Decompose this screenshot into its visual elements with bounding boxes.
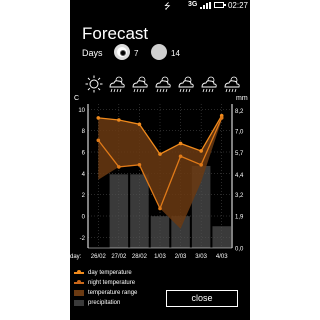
legend-range-label: temperature range (88, 290, 138, 296)
status-time: 02:27 (227, 1, 248, 10)
legend-night-temperature: night temperature (74, 278, 137, 288)
y-left-tick-label: -2 (80, 236, 86, 242)
days-7-label: 7 (134, 49, 139, 58)
cloud-rain-icon (178, 76, 194, 93)
y-left-tick-label: 6 (82, 151, 86, 157)
day-temperature-point (158, 152, 162, 156)
legend-day-temperature: day temperature (74, 268, 137, 278)
cloud-rain-icon (201, 76, 217, 93)
legend-day-swatch (74, 270, 84, 274)
night-temperature-point (199, 163, 203, 167)
days-label: Days (82, 48, 103, 58)
page-title: Forecast (82, 24, 149, 43)
x-tick-label: 4/03 (216, 254, 228, 260)
y-right-tick-label: 5,7 (235, 151, 244, 157)
y-right-tick-label: 0,0 (235, 247, 244, 253)
day-temperature-point (178, 141, 183, 146)
precipitation-bar (212, 226, 231, 248)
y-left-tick-label: 10 (78, 108, 85, 114)
night-temperature-point (96, 138, 101, 143)
close-button[interactable]: close (166, 290, 238, 307)
y-right-tick-label: 1,9 (235, 215, 244, 221)
days-14-label: 14 (171, 49, 180, 58)
y-right-tick-label: 7,0 (235, 129, 244, 135)
y-left-tick-label: 8 (82, 129, 86, 135)
day-temperature-point (96, 116, 101, 120)
legend-precip-swatch (74, 300, 84, 306)
legend-range-swatch (74, 290, 84, 296)
night-temperature-point (117, 165, 121, 169)
chart-legend: day temperature night temperature temper… (74, 268, 137, 308)
legend-precipitation: precipitation (74, 298, 137, 308)
night-temperature-point (219, 116, 224, 120)
days-14-radio[interactable] (151, 44, 167, 60)
day-temperature-point (117, 118, 121, 122)
cloud-rain-icon (109, 76, 125, 93)
battery-icon (214, 2, 226, 8)
x-tick-label: 27/02 (111, 254, 127, 260)
status-bar: ⭍ 3G 02:27 (70, 0, 250, 12)
x-axis-label: day: (70, 254, 82, 260)
night-temperature-point (137, 163, 142, 167)
cloud-rain-icon (224, 76, 240, 93)
y-left-title: C (74, 95, 79, 102)
y-right-tick-label: 8,2 (235, 109, 244, 115)
y-right-title: mm (236, 95, 248, 102)
day-temperature-point (137, 122, 142, 127)
y-right-tick-label: 3,2 (235, 193, 244, 199)
y-left-tick-label: 2 (82, 193, 86, 199)
legend-night-swatch (74, 280, 84, 284)
x-tick-label: 2/03 (175, 254, 187, 260)
x-tick-label: 28/02 (132, 254, 148, 260)
legend-night-label: night temperature (88, 280, 136, 286)
network-label: 3G (188, 1, 198, 8)
legend-precip-label: precipitation (88, 300, 121, 306)
legend-temperature-range: temperature range (74, 288, 137, 298)
usb-icon: ⭍ (164, 2, 171, 11)
night-temperature-point (178, 154, 183, 159)
phone-screen: ⭍ 3G 02:27 Forecast Days 7 14 Cmm 10 8 6 4 2 0… (70, 0, 250, 320)
left-bezel (0, 0, 70, 320)
days-7-radio[interactable] (114, 44, 130, 60)
forecast-chart: Cmm 10 8 6 4 2 0 -2 8,2 7,0 5,7 4,4 3,2 1,9 0,0 day: 26/… (70, 95, 248, 260)
y-left-tick-label: 0 (82, 215, 86, 221)
x-tick-label: 3/03 (195, 254, 207, 260)
signal-icon (200, 2, 211, 9)
y-right-tick-label: 4,4 (235, 173, 244, 179)
cloud-rain-icon (132, 76, 148, 93)
cloud-rain-icon (155, 76, 171, 93)
night-temperature-point (158, 206, 162, 211)
legend-day-label: day temperature (88, 270, 132, 276)
x-tick-label: 1/03 (154, 254, 166, 260)
x-tick-label: 26/02 (91, 254, 107, 260)
day-temperature-point (199, 149, 203, 153)
sun-icon (85, 75, 103, 93)
precipitation-bar (150, 216, 170, 248)
y-left-tick-label: 4 (82, 172, 86, 178)
right-bezel (250, 0, 320, 320)
